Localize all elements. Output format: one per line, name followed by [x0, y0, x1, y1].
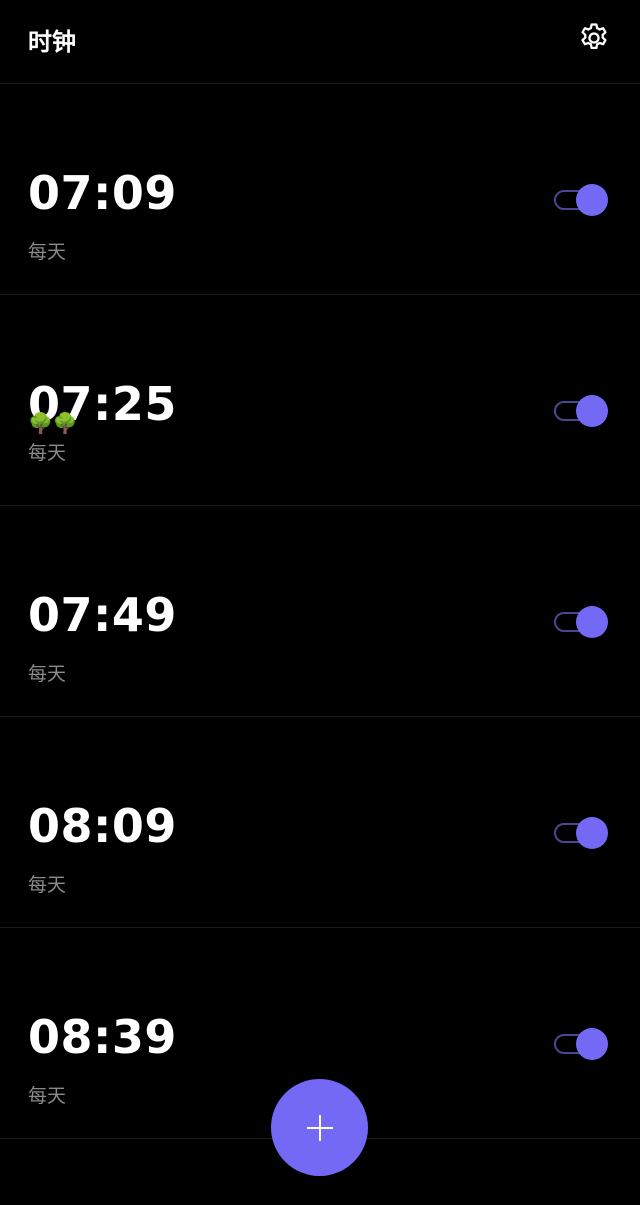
alarm-repeat-label: 每天 — [28, 241, 67, 263]
alarm-toggle[interactable] — [554, 816, 608, 850]
toggle-knob — [576, 395, 608, 427]
alarm-repeat-label: 每天 — [28, 663, 67, 685]
settings-button[interactable] — [574, 18, 614, 58]
app-header: 时钟 — [0, 0, 640, 84]
alarm-item[interactable]: 07:25 🌳🌳 每天 — [0, 295, 640, 506]
alarm-time: 08:09 — [28, 799, 177, 853]
alarm-repeat-label: 每天 — [28, 442, 67, 464]
alarm-list: 07:09 每天 07:25 🌳🌳 每天 07:49 每天 08:09 每天 0… — [0, 84, 640, 1139]
alarm-repeat-label: 每天 — [28, 874, 67, 896]
plus-icon — [306, 1114, 333, 1141]
alarm-time: 07:49 — [28, 588, 177, 642]
alarm-toggle[interactable] — [554, 394, 608, 428]
alarm-repeat-label: 每天 — [28, 1085, 67, 1107]
add-alarm-button[interactable] — [271, 1079, 368, 1176]
alarm-time: 08:39 — [28, 1010, 177, 1064]
page-title: 时钟 — [28, 28, 76, 56]
toggle-knob — [576, 184, 608, 216]
toggle-knob — [576, 817, 608, 849]
alarm-item[interactable]: 07:09 每天 — [0, 84, 640, 295]
alarm-note: 🌳🌳 — [28, 411, 78, 435]
alarm-toggle[interactable] — [554, 1027, 608, 1061]
alarm-toggle[interactable] — [554, 605, 608, 639]
alarm-item[interactable]: 08:09 每天 — [0, 717, 640, 928]
alarm-item[interactable]: 07:49 每天 — [0, 506, 640, 717]
alarm-time: 07:09 — [28, 166, 177, 220]
toggle-knob — [576, 606, 608, 638]
gear-icon — [581, 23, 607, 50]
alarm-toggle[interactable] — [554, 183, 608, 217]
toggle-knob — [576, 1028, 608, 1060]
